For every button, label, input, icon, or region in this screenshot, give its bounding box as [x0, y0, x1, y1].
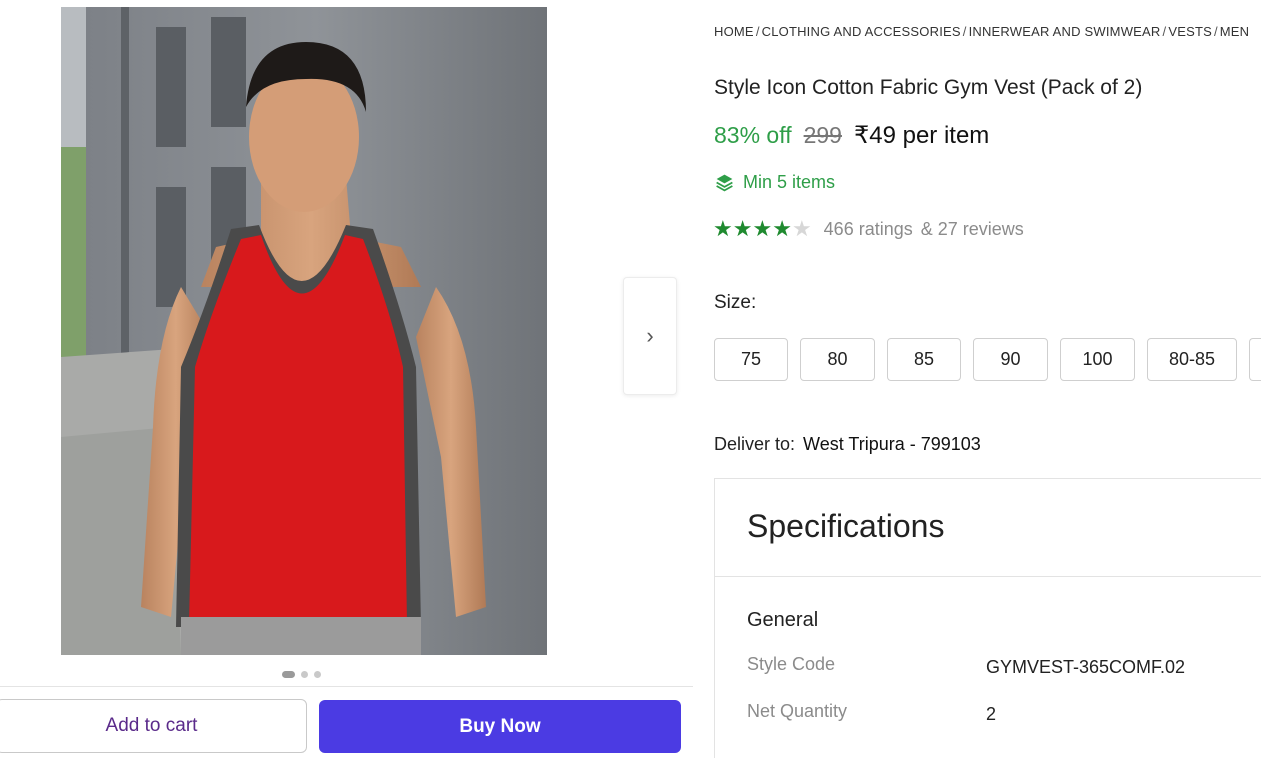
deliver-label: Deliver to: — [714, 434, 796, 454]
layers-icon — [716, 174, 733, 192]
size-option[interactable]: 80 — [800, 338, 875, 381]
spec-value: GYMVEST-365COMF.02 — [986, 657, 1186, 677]
product-title: Style Icon Cotton Fabric Gym Vest (Pack … — [714, 76, 1143, 99]
spec-value: 2 — [986, 704, 997, 724]
delivery-location[interactable]: West Tripura - 799103 — [803, 434, 981, 454]
size-option[interactable]: 75 — [714, 338, 788, 381]
specifications-header: Specifications — [715, 479, 1261, 577]
star-filled-icon: ★ — [713, 216, 733, 241]
selling-price: ₹49 per item — [853, 122, 990, 149]
star-filled-icon: ★ — [732, 216, 753, 241]
star-empty-icon: ★ — [791, 216, 812, 241]
min-items-label: Min 5 items — [743, 172, 836, 192]
breadcrumb-home[interactable]: HOME — [714, 24, 754, 39]
product-image[interactable] — [61, 7, 547, 655]
spec-key: Style Code — [747, 654, 836, 674]
ratings-count[interactable]: 466 ratings — [824, 219, 913, 240]
size-option[interactable]: 90 — [973, 338, 1048, 381]
breadcrumb-vests[interactable]: VESTS — [1168, 24, 1212, 39]
gallery-dot[interactable] — [282, 671, 295, 678]
add-to-cart-button[interactable]: Add to cart — [0, 699, 307, 753]
size-option[interactable]: 80-85 — [1147, 338, 1237, 381]
price-row: 83% off 299 ₹49 per item — [714, 121, 989, 150]
original-price: 299 — [803, 122, 842, 148]
star-filled-icon: ★ — [772, 216, 792, 241]
spec-section-general: General — [747, 609, 819, 631]
discount-label: 83% off — [714, 122, 792, 148]
star-filled-icon: ★ — [752, 216, 773, 241]
gallery-dot[interactable] — [314, 671, 321, 678]
min-order-info: Min 5 items — [714, 172, 835, 193]
size-label: Size: — [714, 292, 757, 313]
breadcrumb-men[interactable]: MEN — [1220, 24, 1250, 39]
breadcrumb-separator: / — [962, 24, 967, 39]
buy-now-button[interactable]: Buy Now — [319, 700, 681, 753]
chevron-right-icon: › — [646, 323, 654, 348]
spec-key: Net Quantity — [747, 701, 848, 721]
reviews-count[interactable]: & 27 reviews — [921, 219, 1024, 240]
delivery-info: Deliver to: West Tripura - 799103 — [714, 434, 981, 455]
breadcrumb-separator: / — [755, 24, 760, 39]
size-option[interactable]: 100 — [1060, 338, 1135, 381]
breadcrumb: HOME / CLOTHING AND ACCESSORIES / INNERWEAR … — [714, 24, 1249, 39]
size-option[interactable]: 85 — [887, 338, 961, 381]
gallery-next-button[interactable]: › — [623, 277, 677, 395]
breadcrumb-separator: / — [1213, 24, 1218, 39]
gallery-dot[interactable] — [301, 671, 308, 678]
specifications-card: Specifications General Style Code GYMVES… — [714, 478, 1261, 758]
rating-row: ★ ★ ★ ★ ★ 466 ratings & 27 reviews — [713, 218, 1024, 240]
breadcrumb-category[interactable]: CLOTHING AND ACCESSORIES — [762, 24, 961, 39]
specifications-title: Specifications — [747, 508, 945, 544]
size-option-partial[interactable] — [1249, 338, 1261, 381]
size-options: 75 80 85 90 100 80-85 — [714, 338, 1261, 381]
gallery-pagination — [282, 671, 321, 678]
breadcrumb-subcategory[interactable]: INNERWEAR AND SWIMWEAR — [969, 24, 1161, 39]
